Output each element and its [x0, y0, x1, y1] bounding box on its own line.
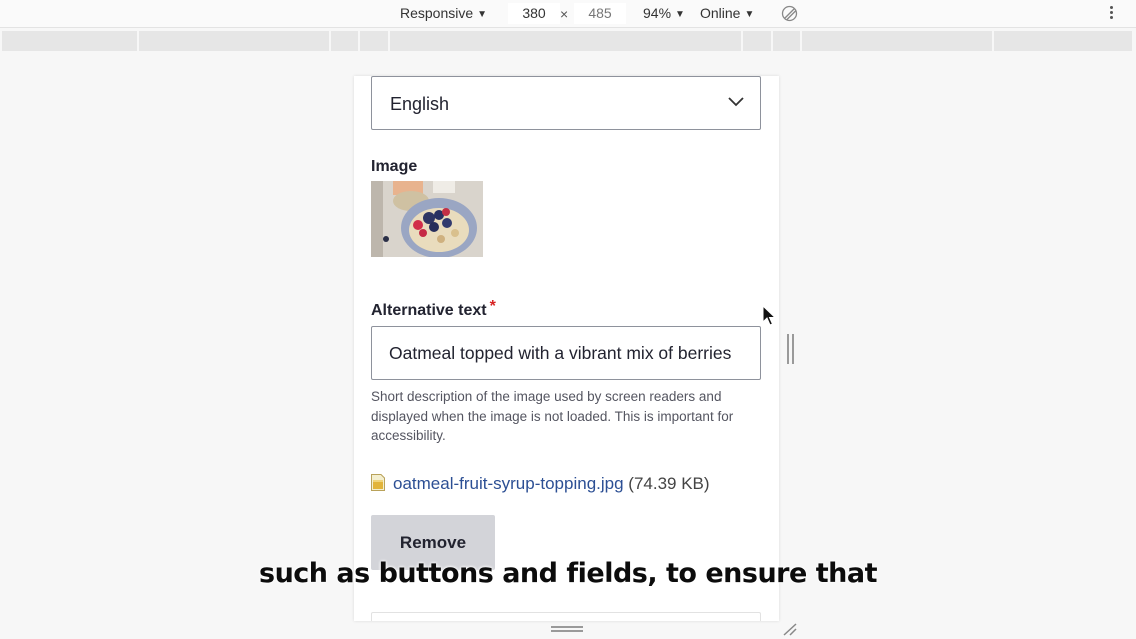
caret-down-icon: ▼ — [744, 9, 755, 20]
alt-text-field-wrapper — [371, 326, 761, 380]
viewport-width-input[interactable]: 380 — [508, 3, 560, 24]
chevron-down-icon — [728, 97, 744, 107]
required-marker: * — [489, 298, 496, 315]
file-info: oatmeal-fruit-syrup-topping.jpg (74.39 K… — [371, 474, 710, 494]
responsive-viewport: English Image Alternative text * Oatmeal… — [354, 76, 779, 621]
file-size: (74.39 KB) — [628, 474, 710, 493]
more-vertical-icon[interactable] — [1106, 5, 1116, 23]
caret-down-icon: ▼ — [675, 9, 685, 20]
media-query-segment[interactable] — [994, 31, 1132, 51]
alt-text-label: Alternative text * — [371, 298, 496, 320]
viewport-height-resize-handle[interactable] — [551, 626, 583, 633]
image-label: Image — [371, 158, 418, 175]
network-throttle-select[interactable]: Online ▼ — [700, 5, 754, 21]
media-query-segment[interactable] — [139, 31, 329, 51]
zoom-select-label: 94% — [643, 5, 672, 21]
media-query-segment[interactable] — [802, 31, 992, 51]
media-query-segment[interactable] — [360, 31, 388, 51]
media-query-segment[interactable] — [2, 31, 137, 51]
media-query-bar[interactable] — [0, 31, 1136, 51]
file-link[interactable]: oatmeal-fruit-syrup-topping.jpg — [393, 474, 624, 493]
corner-resize-handle-icon[interactable] — [782, 622, 798, 636]
image-file-icon — [371, 474, 385, 491]
language-select-value: English — [390, 94, 450, 114]
video-caption: such as buttons and fields, to ensure th… — [259, 558, 877, 589]
caret-down-icon: ▼ — [477, 9, 488, 20]
network-select-label: Online — [700, 5, 741, 21]
media-query-segment[interactable] — [331, 31, 358, 51]
devtools-device-toolbar: Responsive ▼ 380 × 485 94% ▼ Online ▼ — [0, 0, 1136, 28]
viewport-height-input[interactable]: 485 — [574, 3, 626, 24]
viewport-width-resize-handle[interactable] — [787, 334, 795, 364]
device-select-label: Responsive — [400, 5, 474, 21]
mouse-cursor-icon — [762, 305, 776, 326]
alt-text-description: Short description of the image used by s… — [371, 389, 734, 443]
media-query-segment[interactable] — [390, 31, 741, 51]
zoom-select[interactable]: 94% ▼ — [643, 5, 685, 21]
dimension-separator: × — [560, 6, 569, 22]
media-query-segment[interactable] — [743, 31, 771, 51]
alt-text-label-text: Alternative text — [371, 302, 487, 319]
alt-text-input[interactable] — [372, 327, 760, 379]
rotate-icon[interactable] — [781, 5, 798, 22]
oatmeal-photo — [371, 181, 483, 257]
media-query-segment[interactable] — [773, 31, 800, 51]
next-field-partial — [371, 612, 761, 621]
language-select[interactable]: English — [371, 76, 761, 130]
device-select[interactable]: Responsive ▼ — [400, 5, 487, 21]
image-thumbnail[interactable] — [371, 181, 483, 257]
